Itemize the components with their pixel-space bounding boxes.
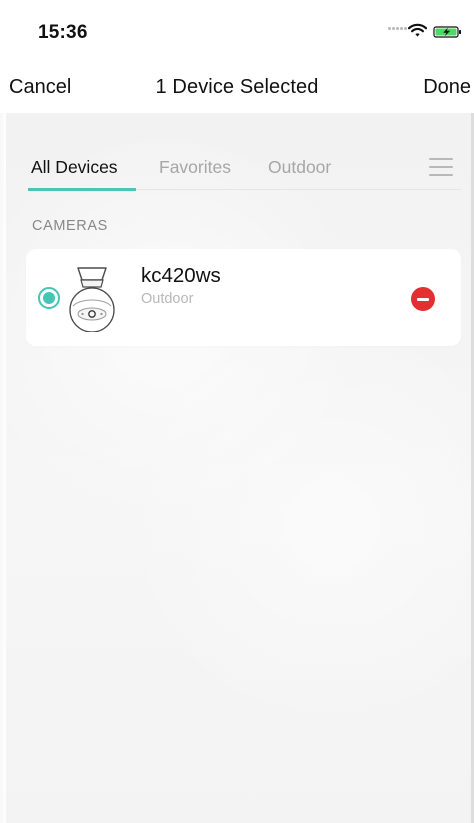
- remove-device-button[interactable]: [411, 287, 435, 311]
- battery-charging-icon: [433, 26, 461, 38]
- tab-divider: [136, 189, 461, 190]
- section-heading: CAMERAS: [32, 218, 108, 234]
- selected-radio-button[interactable]: [38, 287, 60, 309]
- device-filter-tabs: All Devices Favorites Outdoor: [0, 150, 474, 195]
- cancel-button[interactable]: Cancel: [9, 76, 71, 99]
- tab-all-devices[interactable]: All Devices: [31, 157, 118, 178]
- menu-icon[interactable]: [429, 158, 453, 178]
- camera-icon: [69, 267, 115, 332]
- done-button[interactable]: Done: [423, 76, 471, 99]
- status-time: 15:36: [38, 22, 88, 43]
- device-card[interactable]: kc420ws Outdoor: [26, 249, 461, 346]
- left-edge: [0, 0, 6, 823]
- cellular-signal-icon: [388, 27, 408, 31]
- device-location: Outdoor: [141, 291, 194, 307]
- navigation-bar: Cancel 1 Device Selected Done: [0, 60, 474, 113]
- status-bar: 15:36: [0, 0, 474, 60]
- device-name: kc420ws: [141, 264, 221, 287]
- wifi-icon: [408, 23, 427, 37]
- remove-icon: [417, 298, 429, 301]
- tab-outdoor[interactable]: Outdoor: [268, 157, 331, 178]
- device-selection-screen: 15:36 Cancel 1 Device Selected Done All …: [0, 0, 474, 823]
- active-tab-indicator: [28, 188, 136, 191]
- tab-favorites[interactable]: Favorites: [159, 157, 231, 178]
